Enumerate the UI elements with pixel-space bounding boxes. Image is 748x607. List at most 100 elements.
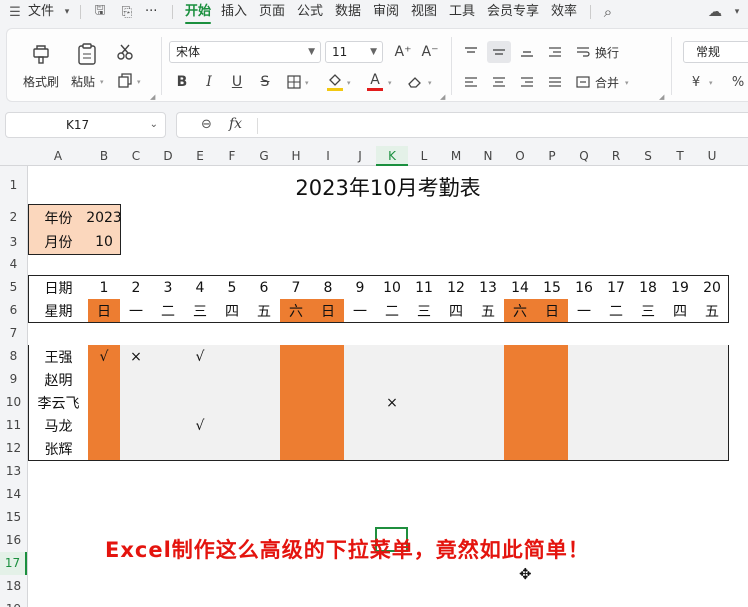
align-bottom-icon[interactable] xyxy=(517,43,537,61)
column-header-F[interactable]: F xyxy=(216,146,248,166)
file-menu[interactable]: 文件 xyxy=(28,3,54,21)
date-cell[interactable]: 20 xyxy=(696,275,729,300)
weekday-cell[interactable]: 三 xyxy=(408,299,441,323)
attendance-cell[interactable] xyxy=(376,368,409,392)
attendance-cell[interactable] xyxy=(248,368,281,392)
date-cell[interactable]: 1 xyxy=(88,275,121,300)
attendance-cell[interactable] xyxy=(184,391,217,415)
date-cell[interactable]: 18 xyxy=(632,275,665,300)
justify-icon[interactable] xyxy=(545,73,565,91)
attendance-cell[interactable] xyxy=(216,437,249,461)
attendance-cell[interactable] xyxy=(696,345,729,369)
attendance-cell[interactable] xyxy=(344,391,377,415)
format-painter-label[interactable]: 格式刷 xyxy=(23,73,59,90)
weekday-cell[interactable]: 日 xyxy=(536,299,569,323)
date-cell[interactable]: 8 xyxy=(312,275,345,300)
indent-icon[interactable] xyxy=(545,43,565,61)
attendance-cell[interactable] xyxy=(280,368,313,392)
attendance-cell[interactable] xyxy=(152,437,185,461)
attendance-cell[interactable] xyxy=(536,414,569,438)
align-center-icon[interactable] xyxy=(489,73,509,91)
date-cell[interactable]: 19 xyxy=(664,275,697,300)
dialog-launcher-icon[interactable]: ◢ xyxy=(659,93,664,101)
attendance-cell[interactable] xyxy=(88,368,121,392)
paste-icon[interactable] xyxy=(73,41,101,67)
attendance-cell[interactable] xyxy=(408,368,441,392)
date-cell[interactable]: 5 xyxy=(216,275,249,300)
attendance-cell[interactable] xyxy=(536,391,569,415)
attendance-cell[interactable]: √ xyxy=(184,414,217,438)
attendance-cell[interactable] xyxy=(312,391,345,415)
underline-button[interactable]: U xyxy=(228,73,246,91)
search-icon[interactable]: ⌕ xyxy=(599,3,617,21)
attendance-cell[interactable] xyxy=(120,414,153,438)
column-header-M[interactable]: M xyxy=(440,146,472,166)
align-left-icon[interactable] xyxy=(461,73,481,91)
attendance-cell[interactable] xyxy=(408,345,441,369)
percent-icon[interactable]: % xyxy=(729,73,747,91)
attendance-cell[interactable] xyxy=(120,437,153,461)
attendance-cell[interactable] xyxy=(152,391,185,415)
row-header-2[interactable]: 2 xyxy=(0,204,27,230)
attendance-cell[interactable] xyxy=(504,414,537,438)
date-cell[interactable]: 4 xyxy=(184,275,217,300)
merge-icon[interactable] xyxy=(573,73,593,91)
attendance-cell[interactable] xyxy=(472,368,505,392)
attendance-cell[interactable] xyxy=(568,414,601,438)
column-header-O[interactable]: O xyxy=(504,146,536,166)
row-header-3[interactable]: 3 xyxy=(0,230,27,254)
date-cell[interactable]: 7 xyxy=(280,275,313,300)
attendance-cell[interactable] xyxy=(664,368,697,392)
attendance-cell[interactable] xyxy=(408,391,441,415)
tab-review[interactable]: 审阅 xyxy=(373,2,399,22)
row-header-5[interactable]: 5 xyxy=(0,275,27,299)
chevron-down-icon[interactable]: ▾ xyxy=(388,79,392,87)
attendance-cell[interactable] xyxy=(440,437,473,461)
menu-icon[interactable]: ☰ xyxy=(6,3,24,21)
date-cell[interactable]: 10 xyxy=(376,275,409,300)
align-middle-icon[interactable] xyxy=(487,41,511,63)
dialog-launcher-icon[interactable]: ◢ xyxy=(150,93,155,101)
weekday-cell[interactable]: 一 xyxy=(344,299,377,323)
date-cell[interactable]: 15 xyxy=(536,275,569,300)
row-header-15[interactable]: 15 xyxy=(0,506,27,529)
column-header-E[interactable]: E xyxy=(184,146,216,166)
column-header-C[interactable]: C xyxy=(120,146,152,166)
bold-button[interactable]: B xyxy=(173,73,191,91)
weekday-cell[interactable]: 五 xyxy=(472,299,505,323)
attendance-cell[interactable] xyxy=(568,391,601,415)
attendance-cell[interactable] xyxy=(696,391,729,415)
row-header-11[interactable]: 11 xyxy=(0,414,27,437)
attendance-cell[interactable]: × xyxy=(120,345,153,369)
column-header-B[interactable]: B xyxy=(88,146,120,166)
attendance-cell[interactable] xyxy=(344,345,377,369)
weekday-cell[interactable]: 一 xyxy=(568,299,601,323)
row-header-12[interactable]: 12 xyxy=(0,437,27,460)
fill-color-icon[interactable] xyxy=(325,71,345,93)
attendance-cell[interactable] xyxy=(312,345,345,369)
attendance-cell[interactable] xyxy=(440,345,473,369)
date-cell[interactable]: 16 xyxy=(568,275,601,300)
attendance-cell[interactable] xyxy=(248,391,281,415)
row-header-9[interactable]: 9 xyxy=(0,368,27,391)
merge-label[interactable]: 合并 xyxy=(595,74,619,91)
row-header-6[interactable]: 6 xyxy=(0,299,27,322)
month-label-cell[interactable]: 月份 xyxy=(28,230,89,255)
column-header-S[interactable]: S xyxy=(632,146,664,166)
row-header-1[interactable]: 1 xyxy=(0,166,27,204)
attendance-cell[interactable] xyxy=(664,345,697,369)
eraser-icon[interactable] xyxy=(405,73,425,91)
attendance-cell[interactable] xyxy=(216,391,249,415)
chevron-down-icon[interactable]: ▾ xyxy=(428,79,432,87)
attendance-cell[interactable] xyxy=(280,414,313,438)
chevron-down-icon[interactable]: ▾ xyxy=(347,79,351,87)
attendance-cell[interactable] xyxy=(632,414,665,438)
italic-button[interactable]: I xyxy=(200,73,218,91)
attendance-cell[interactable] xyxy=(536,368,569,392)
date-cell[interactable]: 14 xyxy=(504,275,537,300)
attendance-cell[interactable] xyxy=(376,414,409,438)
month-value-cell[interactable]: 10 xyxy=(88,230,121,255)
attendance-cell[interactable] xyxy=(248,437,281,461)
attendance-cell[interactable] xyxy=(312,368,345,392)
employee-name-cell[interactable]: 马龙 xyxy=(28,414,89,438)
